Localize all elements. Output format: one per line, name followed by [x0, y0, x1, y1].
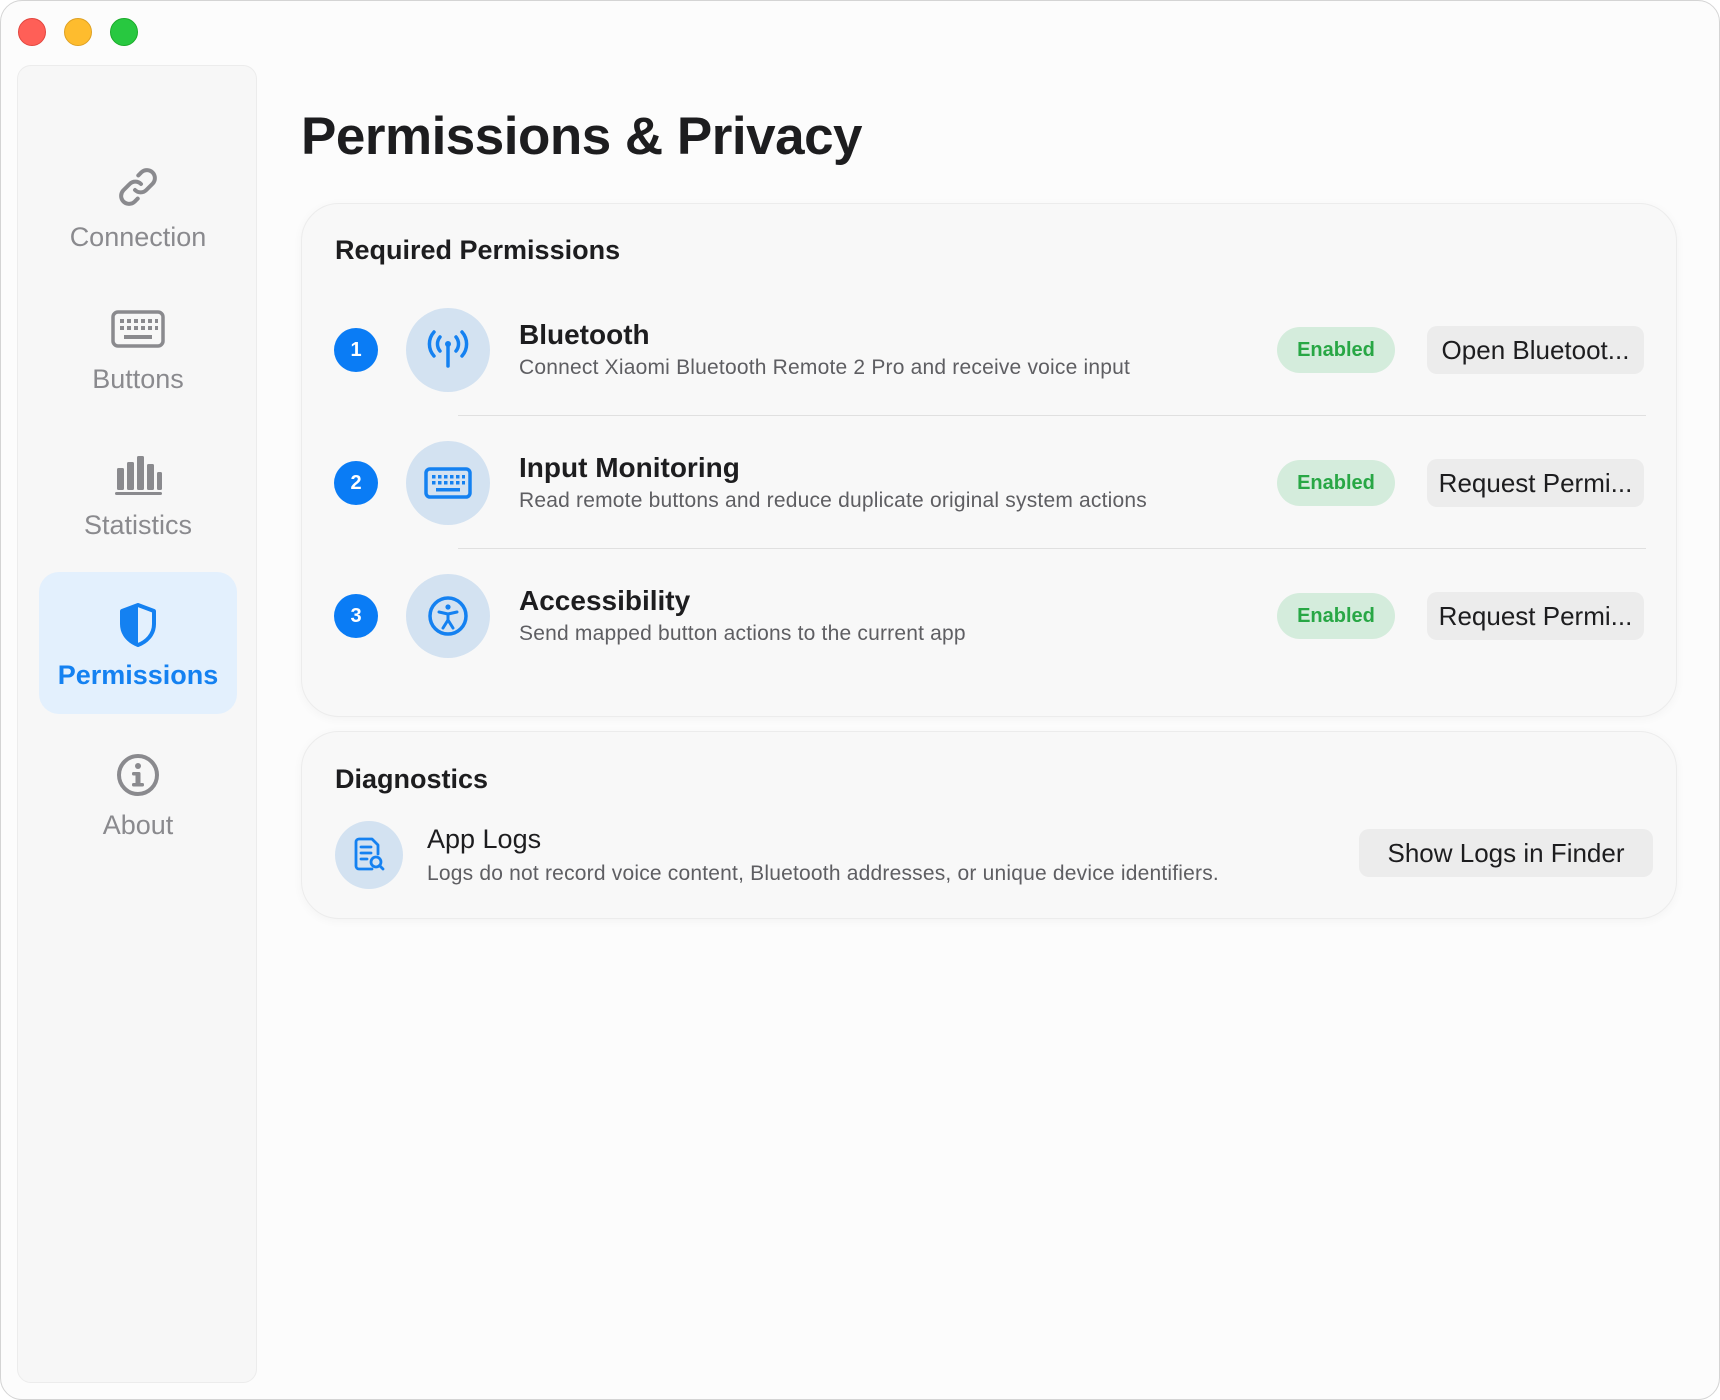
status-badge: Enabled	[1277, 460, 1395, 506]
sidebar-item-about[interactable]: About	[39, 722, 237, 864]
sidebar-item-label: Connection	[69, 221, 207, 252]
step-number: 3	[334, 594, 378, 638]
sidebar-item-statistics[interactable]: Statistics	[39, 422, 237, 564]
status-badge: Enabled	[1277, 593, 1395, 639]
permission-description: Send mapped button actions to the curren…	[519, 622, 966, 645]
sidebar-item-connection[interactable]: Connection	[39, 134, 237, 276]
sidebar-item-label: Buttons	[92, 363, 184, 394]
document-search-icon	[335, 821, 403, 889]
step-number: 2	[334, 461, 378, 505]
keyboard-icon	[111, 300, 165, 358]
section-title: Required Permissions	[335, 235, 621, 265]
window-controls	[18, 18, 138, 46]
antenna-icon	[406, 308, 490, 392]
open-bluetooth-button[interactable]: Open Bluetoot...	[1427, 326, 1644, 374]
divider	[458, 415, 1646, 416]
permission-name: Accessibility	[519, 585, 691, 616]
section-title: Diagnostics	[335, 764, 489, 794]
info-icon	[115, 746, 161, 804]
diagnostic-name: App Logs	[427, 824, 542, 854]
main-content: Permissions & Privacy Required Permissio…	[301, 1, 1719, 1399]
permission-row-accessibility: 3 Accessibility Send mapped button actio…	[302, 574, 1676, 658]
show-logs-button[interactable]: Show Logs in Finder	[1359, 829, 1653, 877]
permission-description: Connect Xiaomi Bluetooth Remote 2 Pro an…	[519, 356, 1131, 379]
permission-description: Read remote buttons and reduce duplicate…	[519, 489, 1147, 512]
accessibility-icon	[406, 574, 490, 658]
diagnostic-description: Logs do not record voice content, Blueto…	[427, 862, 1219, 885]
permission-row-input-monitoring: 2 Input Monitoring Read remote buttons a…	[302, 441, 1676, 525]
request-input-monitoring-button[interactable]: Request Permi...	[1427, 459, 1644, 507]
zoom-window-button[interactable]	[110, 18, 138, 46]
diagnostics-card: Diagnostics App Logs Logs do not record …	[301, 731, 1677, 919]
minimize-window-button[interactable]	[64, 18, 92, 46]
permission-name: Input Monitoring	[519, 452, 740, 483]
step-number: 1	[334, 328, 378, 372]
request-accessibility-button[interactable]: Request Permi...	[1427, 592, 1644, 640]
close-window-button[interactable]	[18, 18, 46, 46]
divider	[458, 548, 1646, 549]
keyboard-icon	[406, 441, 490, 525]
sidebar-item-permissions[interactable]: Permissions	[39, 572, 237, 714]
sidebar-item-buttons[interactable]: Buttons	[39, 276, 237, 418]
sidebar: Connection Buttons Statistics Permission…	[17, 65, 257, 1383]
required-permissions-card: Required Permissions 1 Bluetooth Connect…	[301, 203, 1677, 717]
app-window: Connection Buttons Statistics Permission…	[0, 0, 1720, 1400]
page-title: Permissions & Privacy	[301, 107, 863, 166]
link-icon	[115, 158, 161, 216]
sidebar-item-label: Permissions	[57, 659, 219, 690]
sidebar-item-label: Statistics	[83, 509, 193, 540]
permission-name: Bluetooth	[519, 319, 650, 350]
status-badge: Enabled	[1277, 327, 1395, 373]
sidebar-item-label: About	[102, 809, 174, 840]
shield-icon	[118, 596, 158, 654]
bar-chart-icon	[113, 446, 163, 504]
permission-row-bluetooth: 1 Bluetooth Connect Xiaomi Bluetooth Rem…	[302, 308, 1676, 392]
